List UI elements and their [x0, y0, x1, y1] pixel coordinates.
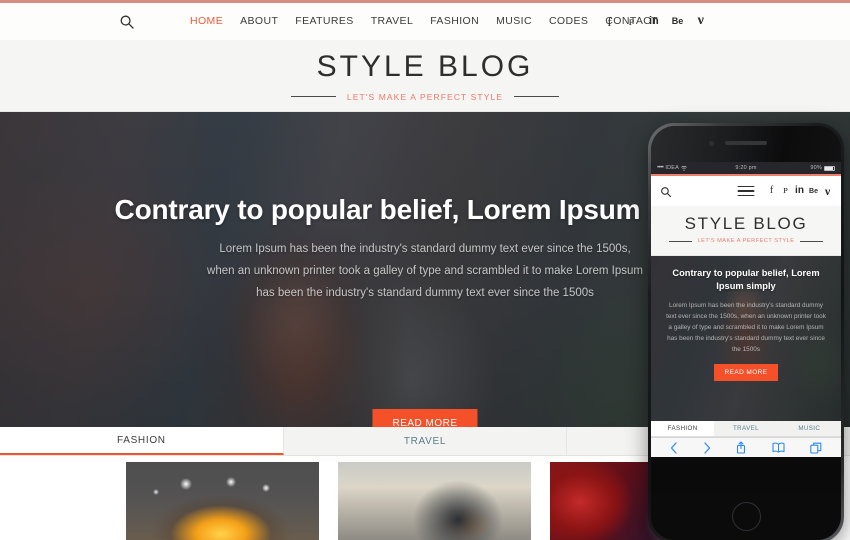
phone-site-tagline: LET'S MAKE A PERFECT STYLE — [697, 238, 795, 244]
linkedin-icon[interactable]: in — [649, 13, 659, 29]
tab-fashion[interactable]: FASHION — [0, 427, 284, 455]
card-concert-stage[interactable] — [126, 462, 319, 540]
nav-item-travel[interactable]: TRAVEL — [371, 15, 413, 27]
phone-screen-frame: •••• IDEA 9:20 pm 90% f ᴘ in Be ν STYLE … — [651, 126, 841, 540]
nav-item-features[interactable]: FEATURES — [295, 15, 353, 27]
search-icon[interactable] — [660, 185, 672, 198]
tabs-icon[interactable] — [810, 442, 822, 454]
home-button[interactable] — [731, 501, 761, 531]
share-icon[interactable] — [736, 441, 746, 454]
phone-status-bar: •••• IDEA 9:20 pm 90% — [651, 162, 841, 174]
tagline-row: LET'S MAKE A PERFECT STYLE — [290, 91, 560, 102]
phone-tagline-rule-left — [668, 240, 692, 242]
phone-browser-toolbar — [651, 437, 841, 457]
phone-tab-music[interactable]: MUSIC — [778, 421, 841, 436]
phone-tab-fashion[interactable]: FASHION — [651, 421, 715, 436]
site-tagline: LET'S MAKE A PERFECT STYLE — [346, 91, 504, 102]
nav-item-home[interactable]: HOME — [190, 15, 223, 27]
battery-percent-label: 90% — [810, 165, 822, 171]
site-title: STYLE BLOG — [316, 49, 534, 83]
tagline-rule-left — [290, 96, 336, 97]
read-more-button[interactable]: READ MORE — [372, 409, 478, 427]
back-icon[interactable] — [670, 441, 678, 454]
phone-tab-travel[interactable]: TRAVEL — [714, 421, 777, 436]
phone-tagline-rule-right — [800, 240, 824, 242]
search-icon[interactable] — [119, 14, 135, 30]
battery-icon — [824, 165, 835, 171]
site-header: HOME ABOUT FEATURES TRAVEL FASHION MUSIC… — [0, 3, 850, 40]
phone-site-title: STYLE BLOG — [684, 214, 808, 233]
card-street-guitarist[interactable] — [338, 462, 531, 540]
phone-social-links: f ᴘ in Be ν — [767, 183, 832, 199]
phone-hero-banner: Contrary to popular belief, Lorem Ipsum … — [651, 256, 841, 421]
tagline-rule-right — [514, 96, 560, 97]
forward-icon[interactable] — [703, 441, 711, 454]
social-links: f ᴘ in Be ν — [605, 13, 705, 29]
phone-branding-band: STYLE BLOG LET'S MAKE A PERFECT STYLE — [651, 206, 841, 256]
nav-item-music[interactable]: MUSIC — [496, 15, 532, 27]
earpiece-speaker — [725, 141, 767, 145]
pinterest-icon[interactable]: ᴘ — [627, 13, 636, 29]
front-camera-icon — [709, 141, 714, 146]
phone-hero-paragraph: Lorem Ipsum has been the industry's stan… — [666, 302, 826, 353]
card-image — [126, 462, 319, 540]
facebook-icon[interactable]: f — [605, 13, 614, 29]
nav-item-codes[interactable]: CODES — [549, 15, 588, 27]
linkedin-icon[interactable]: in — [795, 183, 804, 199]
card-image — [338, 462, 531, 540]
vimeo-icon[interactable]: ν — [823, 183, 832, 199]
facebook-icon[interactable]: f — [767, 183, 776, 199]
hamburger-menu-icon[interactable] — [737, 183, 755, 200]
phone-navbar: f ᴘ in Be ν — [651, 176, 841, 206]
phone-hero-content: Contrary to popular belief, Lorem Ipsum … — [651, 256, 841, 381]
nav-item-about[interactable]: ABOUT — [240, 15, 278, 27]
bookmarks-icon[interactable] — [772, 442, 785, 453]
phone-category-tabs: FASHION TRAVEL MUSIC — [651, 421, 841, 437]
behance-icon[interactable]: Be — [809, 183, 818, 199]
phone-top-bezel — [651, 126, 841, 162]
branding-band: STYLE BLOG LET'S MAKE A PERFECT STYLE — [0, 40, 850, 112]
phone-hero-title: Contrary to popular belief, Lorem Ipsum … — [672, 268, 820, 291]
pinterest-icon[interactable]: ᴘ — [781, 183, 790, 199]
behance-icon[interactable]: Be — [672, 13, 684, 29]
phone-read-more-button[interactable]: READ MORE — [713, 364, 779, 381]
nav-item-fashion[interactable]: FASHION — [430, 15, 479, 27]
vimeo-icon[interactable]: ν — [696, 13, 705, 29]
page-root: HOME ABOUT FEATURES TRAVEL FASHION MUSIC… — [0, 0, 850, 540]
tab-travel[interactable]: TRAVEL — [284, 427, 568, 455]
main-navigation: HOME ABOUT FEATURES TRAVEL FASHION MUSIC… — [190, 15, 658, 27]
status-battery: 90% — [810, 165, 835, 171]
phone-mockup: •••• IDEA 9:20 pm 90% f ᴘ in Be ν STYLE … — [648, 123, 844, 540]
hero-paragraph: Lorem Ipsum has been the industry's stan… — [207, 243, 643, 299]
phone-tagline-row: LET'S MAKE A PERFECT STYLE — [668, 238, 824, 244]
phone-bottom-bezel — [651, 492, 841, 540]
